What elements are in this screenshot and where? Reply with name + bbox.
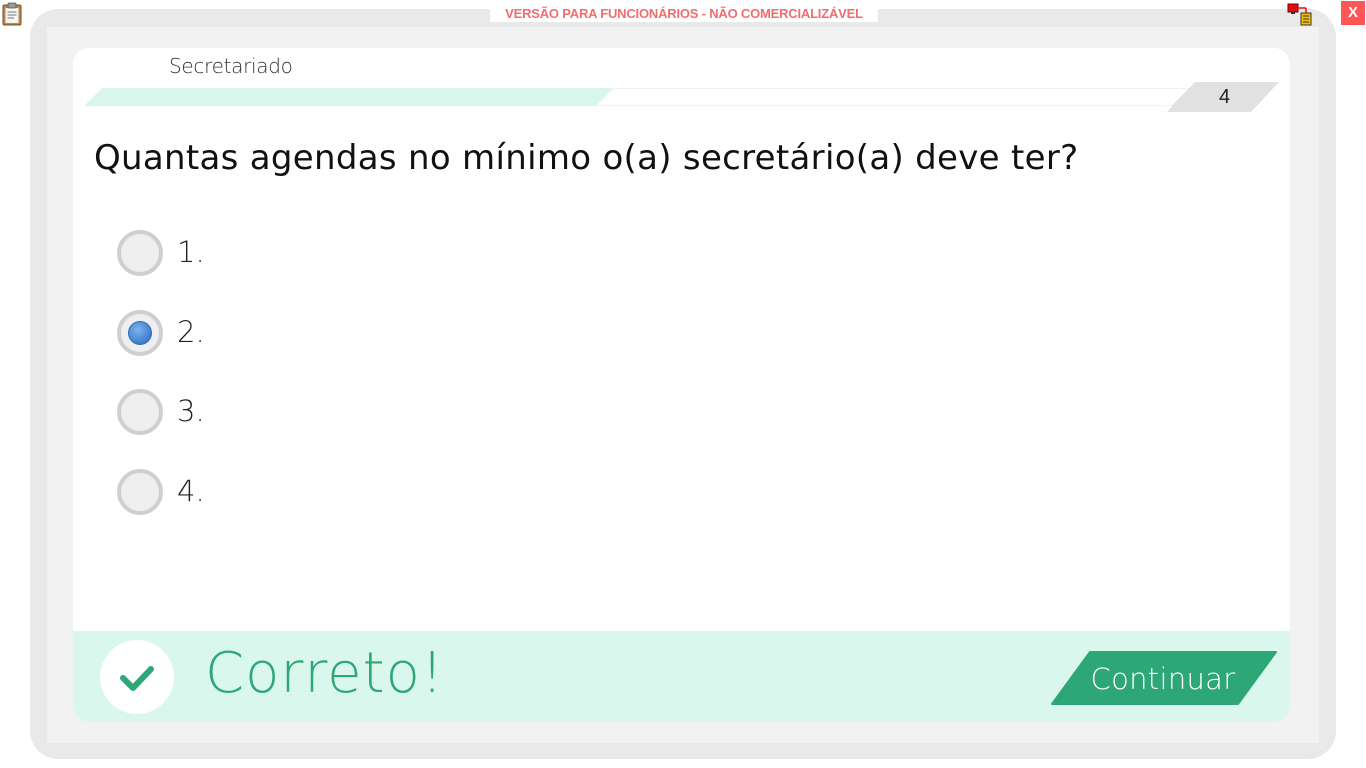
option-label: 4. bbox=[177, 474, 205, 508]
option-label: 1. bbox=[177, 235, 205, 269]
progress-bar bbox=[83, 87, 1192, 107]
answer-option-4[interactable]: 4. bbox=[117, 469, 417, 519]
answer-option-3[interactable]: 3. bbox=[117, 389, 417, 439]
question-number: 4 bbox=[1219, 86, 1231, 108]
watermark-banner: VERSÃO PARA FUNCIONÁRIOS - NÃO COMERCIAL… bbox=[490, 6, 878, 22]
radio-button[interactable] bbox=[117, 469, 163, 515]
answer-option-1[interactable]: 1. bbox=[117, 230, 417, 280]
network-monitor-icon[interactable] bbox=[1287, 2, 1315, 26]
checkmark-icon bbox=[120, 666, 154, 691]
quiz-card: Secretariado 4 Quantas agendas no mínimo… bbox=[73, 48, 1290, 722]
close-button[interactable]: X bbox=[1341, 1, 1365, 25]
continue-label: Continuar bbox=[1090, 662, 1236, 696]
feedback-message: Correto! bbox=[205, 641, 445, 706]
radio-selected-dot bbox=[128, 321, 152, 345]
checkmark-badge bbox=[100, 640, 174, 714]
continue-button[interactable]: Continuar bbox=[1048, 651, 1278, 705]
option-label: 3. bbox=[177, 394, 205, 428]
feedback-bar: Correto! Continuar bbox=[73, 631, 1290, 722]
clipboard-icon[interactable] bbox=[2, 2, 22, 26]
radio-button[interactable] bbox=[117, 389, 163, 435]
answer-option-2[interactable]: 2. bbox=[117, 310, 417, 360]
subject-title: Secretariado bbox=[169, 54, 293, 78]
radio-button-selected[interactable] bbox=[117, 310, 163, 356]
progress-fill bbox=[85, 88, 614, 106]
radio-button[interactable] bbox=[117, 230, 163, 276]
question-text: Quantas agendas no mínimo o(a) secretári… bbox=[94, 138, 1079, 178]
option-label: 2. bbox=[177, 315, 205, 349]
